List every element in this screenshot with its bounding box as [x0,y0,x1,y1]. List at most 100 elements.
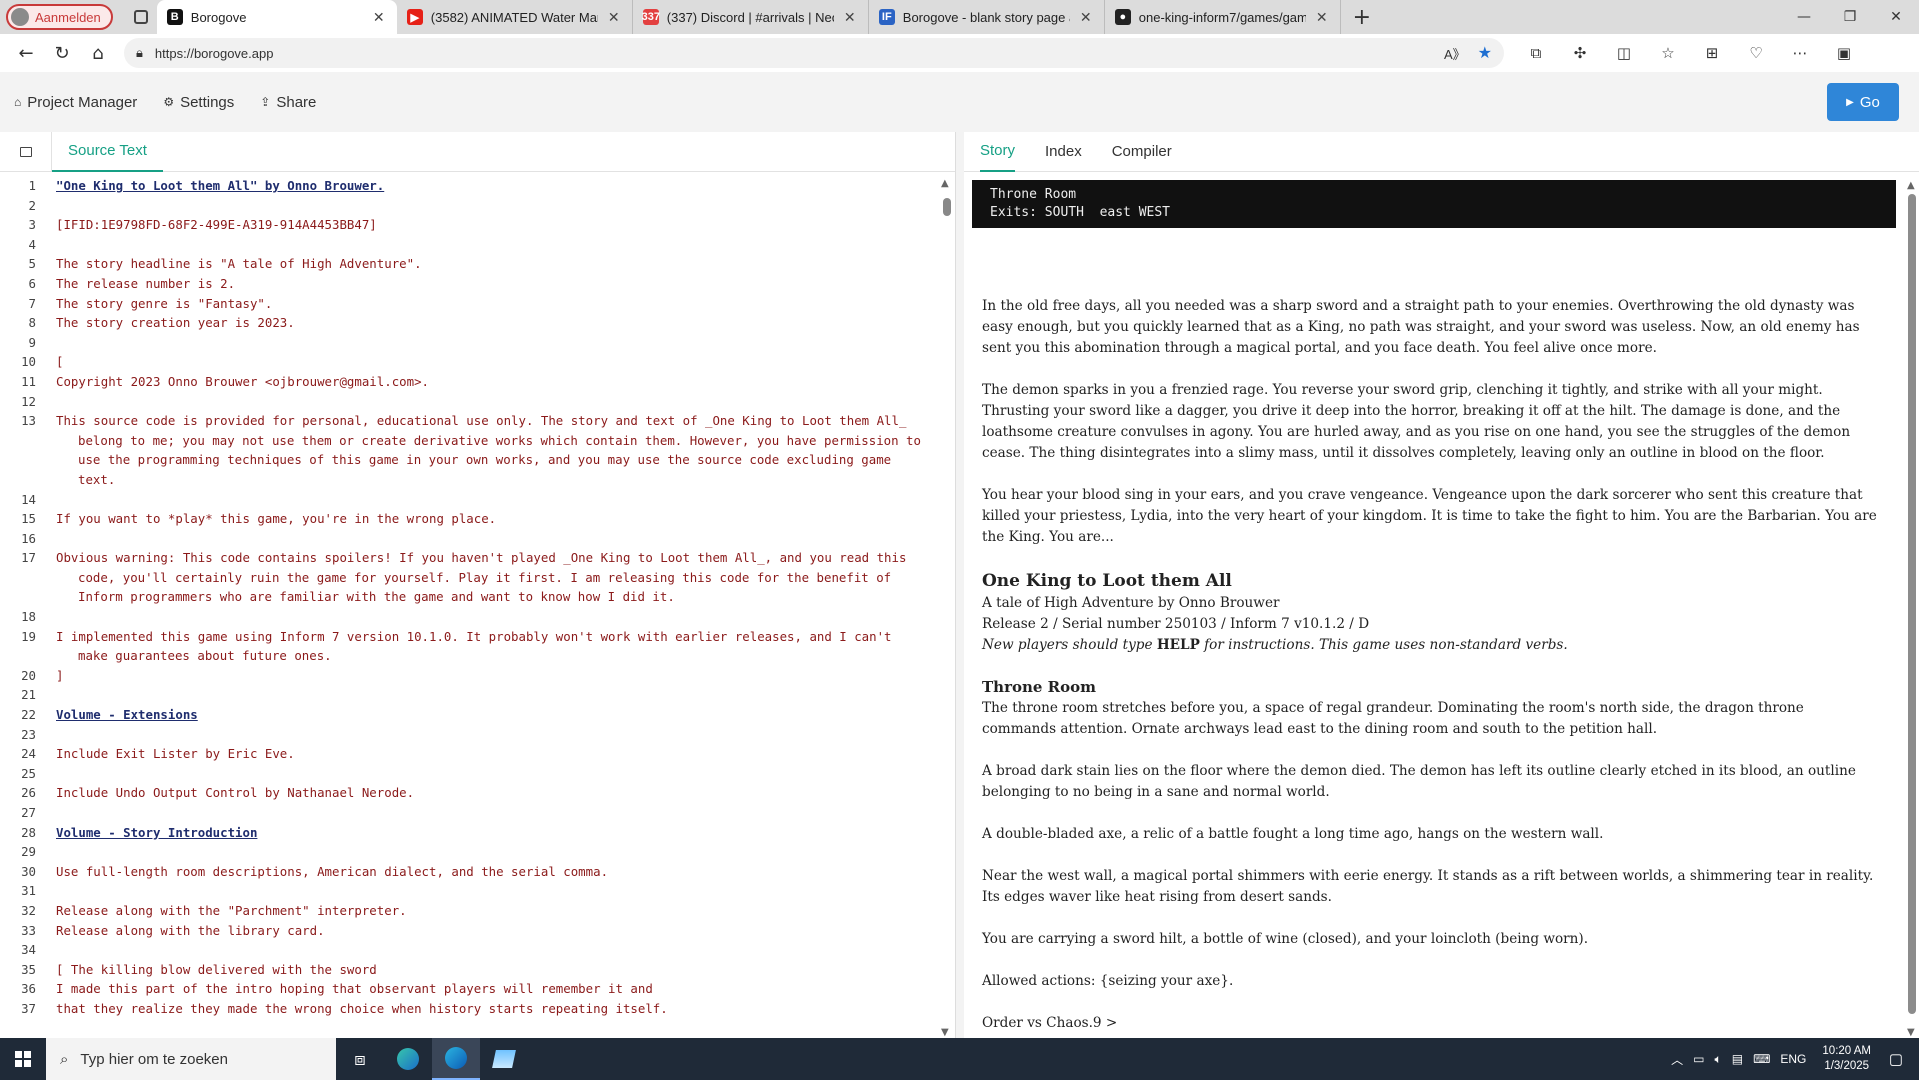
code-line[interactable]: 24 Include Exit Lister by Eric Eve. [0,744,938,764]
sidebar-toggle-button[interactable]: ▣ [1826,38,1862,68]
scroll-down-icon[interactable]: ▼ [941,1027,949,1038]
code-line[interactable]: 30 Use full-length room descriptions, Ame… [0,862,938,882]
tab-close-icon[interactable]: ✕ [1078,9,1094,26]
code-line[interactable]: 4 [0,235,938,255]
code-line[interactable]: 3 [IFID:1E9798FD-68F2-499E-A319-914A4453B… [0,215,938,235]
code-line[interactable]: 20] [0,666,938,686]
code-line[interactable]: 29 [0,842,938,862]
code-line[interactable]: 14 [0,490,938,510]
code-line[interactable]: 10 [ [0,352,938,372]
profile-button[interactable]: Aanmelden [6,4,113,30]
home-button[interactable]: ⌂ [80,37,116,69]
tab-close-icon[interactable]: ✕ [371,9,387,26]
code-line[interactable]: 7 The story genre is "Fantasy". [0,294,938,314]
url-text[interactable]: https://borogove.app [155,46,1432,61]
tab-close-icon[interactable]: ✕ [606,9,622,26]
source-editor[interactable]: 1 "One King to Loot them All" by Onno Bro… [0,176,938,1038]
code-line[interactable]: 12 [0,392,938,412]
code-line[interactable]: 8 The story creation year is 2023. [0,313,938,333]
more-menu-button[interactable]: ⋯ [1782,38,1818,68]
workspaces-button[interactable] [127,3,155,31]
split-screen-button[interactable]: ◫ [1606,38,1642,68]
code-line[interactable]: 37 that they realize they made the wrong … [0,999,938,1019]
browser-tab[interactable]: B Borogove ✕ [156,0,397,34]
scroll-down-icon[interactable]: ▼ [1907,1027,1915,1038]
notifications-button[interactable]: ▢ [1881,1050,1911,1068]
scrollbar-thumb[interactable] [1908,194,1916,1014]
chevron-up-icon[interactable]: ︿ [1671,1051,1683,1068]
code-line[interactable]: 15 If you want to *play* this game, you'r… [0,509,938,529]
edge-dev-taskbar-button[interactable] [432,1038,480,1080]
code-line[interactable]: 25 [0,764,938,784]
source-scrollbar[interactable]: ▲ ▼ [939,176,955,1038]
code-line[interactable]: 9 [0,333,938,353]
back-button[interactable]: ← [8,37,44,69]
code-line[interactable]: 23 [0,725,938,745]
keyboard-icon[interactable]: ⌨︎ [1753,1052,1770,1066]
code-line[interactable]: 17 Obvious warning: This code contains sp… [0,548,938,607]
browser-tab[interactable]: IF Borogove - blank story page after ✕ [869,0,1105,34]
browser-tab[interactable]: 337 (337) Discord | #arrivals | Neo-Inte ✕ [633,0,869,34]
code-line[interactable]: 26 Include Undo Output Control by Nathana… [0,783,938,803]
code-line[interactable]: 13 This source code is provided for perso… [0,411,938,489]
code-line[interactable]: 22 Volume - Extensions [0,705,938,725]
code-line[interactable]: 6 The release number is 2. [0,274,938,294]
language-indicator[interactable]: ENG [1780,1052,1806,1066]
taskbar-search[interactable]: ⌕ Typ hier om te zoeken [46,1038,336,1080]
clock[interactable]: 10:20 AM 1/3/2025 [1822,1044,1871,1074]
volume-icon[interactable]: 🔈︎ [1715,1052,1722,1067]
code-line[interactable]: 11 Copyright 2023 Onno Brouwer <ojbrouwer… [0,372,938,392]
code-line[interactable]: 18 [0,607,938,627]
browser-tab[interactable]: ● one-king-inform7/games/game.2 ✕ [1105,0,1341,34]
tab-index[interactable]: Index [1045,143,1082,160]
code-line[interactable]: 34 [0,940,938,960]
code-line[interactable]: 32 Release along with the "Parchment" int… [0,901,938,921]
restore-button[interactable]: ❐ [1827,0,1873,34]
battery-icon[interactable]: ▭ [1693,1052,1704,1066]
code-line[interactable]: 1 "One King to Loot them All" by Onno Bro… [0,176,938,196]
edge-taskbar-button[interactable] [384,1038,432,1080]
copilot-extension-button[interactable]: ⧉ [1518,38,1554,68]
scroll-up-icon[interactable]: ▲ [941,178,949,189]
url-bar[interactable]: 🔒︎ https://borogove.app A》 ★ [124,38,1504,68]
task-view-button[interactable]: ⧈ [336,1038,384,1080]
command-prompt[interactable]: Order vs Chaos.9 > [982,1013,1882,1034]
project-manager-button[interactable]: ⌂ Project Manager [14,94,137,111]
extensions-button[interactable]: ✣ [1562,38,1598,68]
code-line[interactable]: 21 [0,685,938,705]
file-browser-button[interactable] [0,131,52,172]
code-line[interactable]: 35 [ The killing blow delivered with the … [0,960,938,980]
go-button[interactable]: ▶ Go [1827,83,1899,121]
tab-story[interactable]: Story [980,132,1016,172]
collections-button[interactable]: ⊞ [1694,38,1730,68]
code-line[interactable]: 28 Volume - Story Introduction [0,823,938,843]
start-button[interactable] [0,1038,46,1080]
network-icon[interactable]: ▤ [1732,1052,1743,1066]
code-line[interactable]: 36 I made this part of the intro hoping t… [0,979,938,999]
browser-essentials-button[interactable]: ♡ [1738,38,1774,68]
minimize-button[interactable]: — [1781,0,1827,34]
notepad-taskbar-button[interactable] [480,1038,528,1080]
read-aloud-icon[interactable]: A》 [1444,44,1466,63]
code-line[interactable]: 2 [0,196,938,216]
tab-source-text[interactable]: Source Text [52,132,163,172]
tab-compiler[interactable]: Compiler [1112,143,1172,160]
refresh-button[interactable]: ↻ [44,37,80,69]
code-line[interactable]: 33 Release along with the library card. [0,921,938,941]
code-line[interactable]: 27 [0,803,938,823]
browser-tab[interactable]: ▶ (3582) ANIMATED Water Margin ✕ [397,0,633,34]
code-line[interactable]: 31 [0,881,938,901]
code-line[interactable]: 5 The story headline is "A tale of High A… [0,254,938,274]
new-tab-button[interactable]: + [1347,2,1377,32]
settings-button[interactable]: ⚙ Settings [163,94,234,111]
tab-close-icon[interactable]: ✕ [1314,9,1330,26]
story-scrollbar[interactable]: ▲ ▼ [1905,180,1919,1038]
code-line[interactable]: 19 I implemented this game using Inform 7… [0,627,938,666]
code-line[interactable]: 16 [0,529,938,549]
close-window-button[interactable]: ✕ [1873,0,1919,34]
scrollbar-thumb[interactable] [943,198,951,216]
tab-close-icon[interactable]: ✕ [842,9,858,26]
scroll-up-icon[interactable]: ▲ [1907,180,1915,191]
favorites-button[interactable]: ☆ [1650,38,1686,68]
favorite-star-icon[interactable]: ★ [1478,43,1492,63]
